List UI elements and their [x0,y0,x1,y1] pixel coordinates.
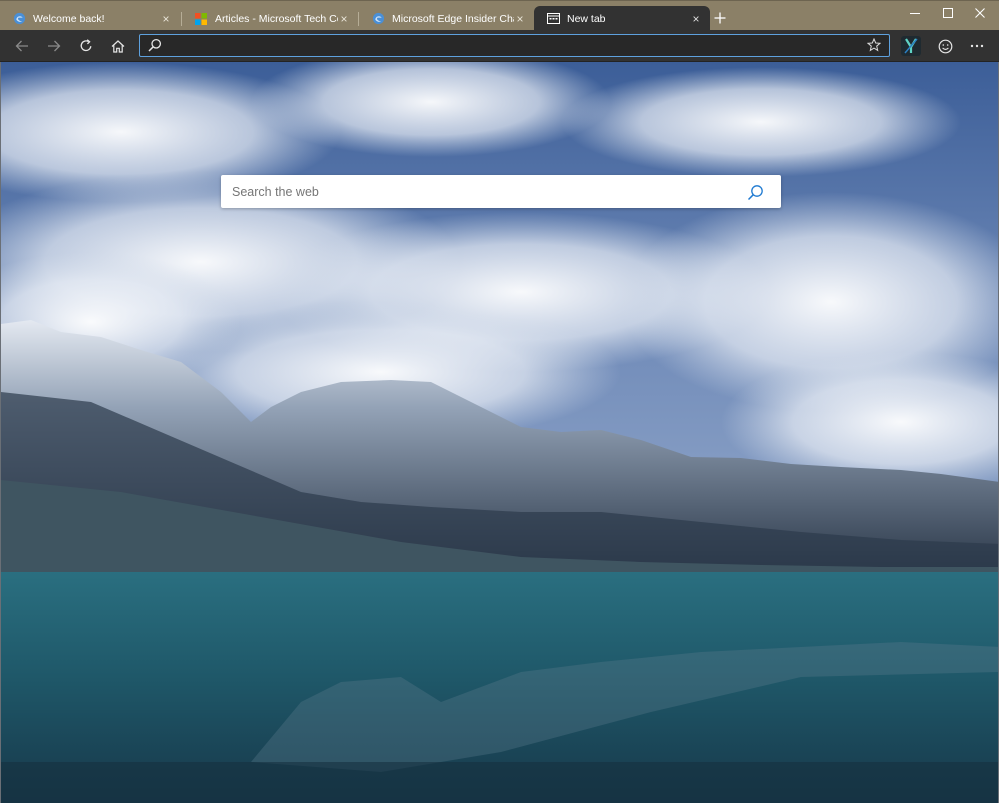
home-icon [111,39,125,53]
close-tab-icon[interactable]: × [338,13,350,25]
forward-arrow-icon [48,40,61,52]
feedback-button[interactable] [932,34,958,58]
close-tab-icon[interactable]: × [514,13,526,25]
edge-logo-icon [371,12,385,26]
tab-edge-insider-channels[interactable]: Microsoft Edge Insider Channels × [359,6,534,31]
background-image [1,62,998,803]
address-bar[interactable] [139,34,890,57]
back-arrow-icon [15,40,28,52]
new-tab-page-icon [546,12,560,26]
tab-label: Welcome back! [33,12,105,25]
tab-label: New tab [567,12,606,25]
toolbar [0,30,999,62]
minimize-icon [909,13,920,14]
maximize-button[interactable] [930,1,965,25]
close-window-button[interactable] [962,1,997,25]
new-tab-page [0,62,999,803]
tab-label: Microsoft Edge Insider Channels [392,12,514,25]
close-icon [974,8,985,18]
plus-icon [714,12,726,24]
extension-button[interactable] [900,35,922,57]
minimize-button[interactable] [897,1,932,25]
search-icon [148,38,162,55]
refresh-button[interactable] [73,34,99,58]
title-bar: Welcome back! × Articles - Microsoft Tec… [0,0,999,31]
maximize-icon [942,8,953,18]
more-horizontal-icon [970,44,984,48]
close-tab-icon[interactable]: × [160,13,172,25]
web-search-input[interactable] [232,182,732,201]
back-button[interactable] [9,34,35,58]
web-search-box[interactable] [221,175,781,208]
new-tab-button[interactable] [711,9,729,27]
forward-button[interactable] [41,34,67,58]
refresh-icon [80,39,92,52]
address-input[interactable] [168,36,858,54]
microsoft-logo-icon [194,12,208,26]
tab-label: Articles - Microsoft Tech Commu [215,12,338,25]
tab-welcome-back[interactable]: Welcome back! × [0,6,180,31]
settings-more-button[interactable] [964,34,990,58]
tab-new-tab[interactable]: New tab × [534,6,710,31]
search-icon[interactable] [745,182,765,202]
close-tab-icon[interactable]: × [690,13,702,25]
favorite-star-icon[interactable] [866,37,882,55]
edge-logo-icon [12,12,26,26]
extension-logo-icon [901,36,921,56]
smiley-icon [938,39,952,53]
home-button[interactable] [105,34,131,58]
tab-articles[interactable]: Articles - Microsoft Tech Commu × [182,6,358,31]
